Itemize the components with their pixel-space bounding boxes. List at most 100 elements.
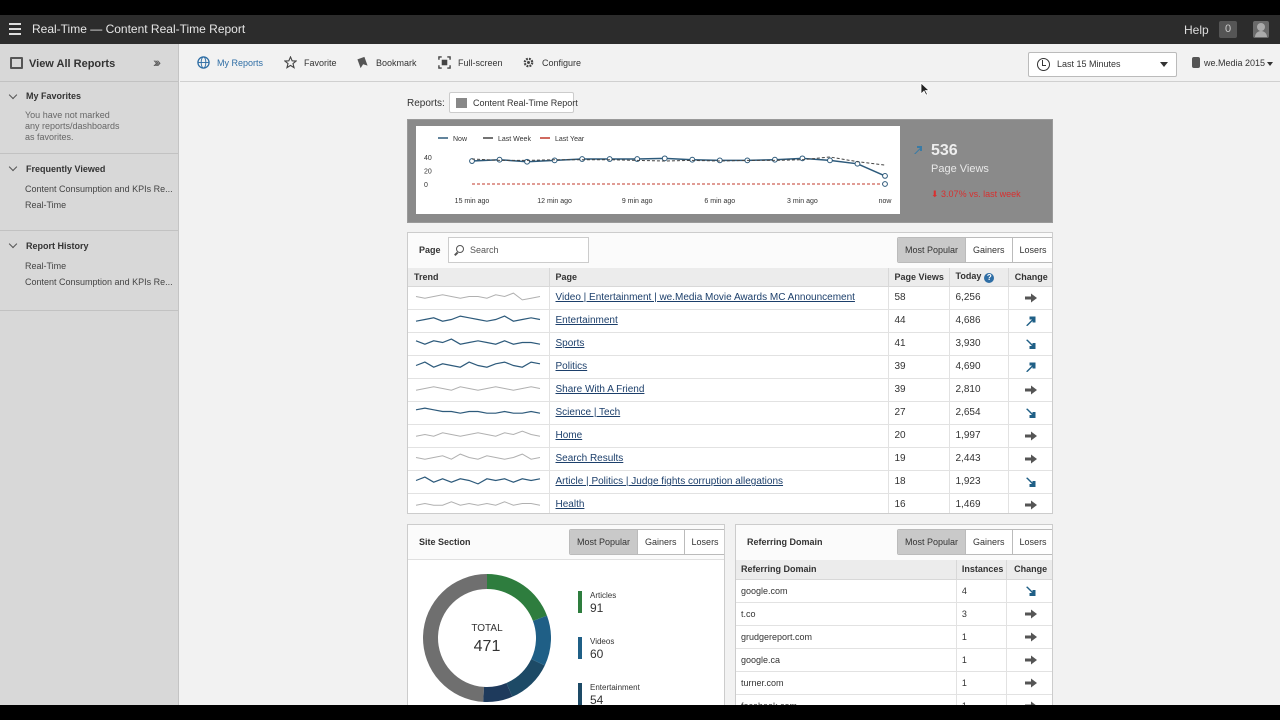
search-input[interactable]: Search (448, 237, 589, 263)
page-cell: Entertainment (549, 309, 889, 333)
col-today[interactable]: Today? (949, 268, 1009, 287)
change-cell (1006, 602, 1052, 626)
trend-up-arrow-icon (1026, 362, 1036, 372)
sidebar-section-header[interactable]: Frequently Viewed (0, 154, 178, 178)
page-panel-title: Page (419, 245, 441, 255)
page-link[interactable]: Home (556, 430, 583, 441)
x-tick-label: 9 min ago (622, 198, 653, 205)
sidebar-section-frequent: Frequently Viewed Content Consumption an… (0, 154, 178, 231)
table-row[interactable]: Article | Politics | Judge fights corrup… (408, 470, 1052, 494)
user-avatar-icon[interactable] (1253, 21, 1269, 38)
table-row[interactable]: Share With A Friend 39 2,810 (408, 378, 1052, 402)
tab-most-popular[interactable]: Most Popular (570, 530, 639, 554)
time-range-select[interactable]: Last 15 Minutes (1028, 52, 1177, 77)
current-report-pill[interactable]: Content Real-Time Report (449, 92, 578, 113)
col-change[interactable]: Change (1008, 268, 1052, 287)
trend-up-arrow-icon (914, 146, 922, 154)
trend-flat-arrow-icon (1025, 431, 1038, 440)
page-link[interactable]: Video | Entertainment | we.Media Movie A… (556, 292, 855, 303)
change-cell (1008, 401, 1052, 425)
page-views-cell: 58 (888, 286, 950, 310)
tab-gainers[interactable]: Gainers (966, 238, 1013, 262)
today-cell: 2,810 (949, 378, 1009, 402)
page-link[interactable]: Entertainment (556, 315, 618, 326)
sidebar-section-header[interactable]: Report History (0, 231, 178, 255)
table-row[interactable]: Politics 39 4,690 (408, 355, 1052, 379)
data-point (882, 181, 888, 187)
sparkline (415, 337, 541, 345)
change-cell (1008, 286, 1052, 310)
tab-most-popular[interactable]: Most Popular (898, 238, 967, 262)
help-link[interactable]: Help (1184, 23, 1209, 37)
sidebar-item[interactable]: Real-Time (0, 258, 178, 274)
page-cell: Sports (549, 332, 889, 356)
notifications-badge[interactable]: 0 (1219, 21, 1237, 38)
y-tick-label: 20 (424, 169, 432, 176)
col-page-views[interactable]: Page Views (888, 268, 950, 287)
page-link[interactable]: Share With A Friend (556, 384, 645, 395)
view-all-reports-header[interactable]: View All Reports ››› (0, 44, 178, 82)
change-cell (1008, 470, 1052, 494)
table-row[interactable]: google.ca 1 (736, 648, 1052, 672)
tab-losers[interactable]: Losers (685, 530, 724, 554)
x-tick-label: now (879, 198, 893, 205)
tab-gainers[interactable]: Gainers (638, 530, 685, 554)
table-row[interactable]: grudgereport.com 1 (736, 625, 1052, 649)
tab-losers[interactable]: Losers (1013, 238, 1052, 262)
site-section-donut-chart: TOTAL 471 (422, 574, 551, 702)
table-row[interactable]: turner.com 1 (736, 671, 1052, 695)
sparkline (415, 475, 541, 485)
table-row[interactable]: t.co 3 (736, 602, 1052, 626)
sidebar-item[interactable]: Content Consumption and KPIs Re... (0, 274, 178, 290)
page-cell: Health (549, 493, 889, 513)
domain-cell: google.ca (736, 648, 957, 672)
tab-gainers[interactable]: Gainers (966, 530, 1013, 554)
table-row[interactable]: Video | Entertainment | we.Media Movie A… (408, 286, 1052, 310)
table-row[interactable]: Sports 41 3,930 (408, 332, 1052, 356)
sparkline (415, 314, 541, 322)
table-row[interactable]: Health 16 1,469 (408, 493, 1052, 513)
domain-cell: facebook.com (736, 694, 957, 705)
view-all-reports-label[interactable]: View All Reports (29, 58, 115, 70)
table-row[interactable]: google.com 4 (736, 579, 1052, 603)
fullscreen-icon (438, 56, 451, 69)
instances-cell: 1 (956, 671, 1008, 695)
expand-chevron-icon[interactable]: ››› (153, 54, 161, 70)
trend-cell (408, 493, 550, 513)
sidebar-section-header[interactable]: My Favorites (0, 82, 178, 106)
search-icon (456, 245, 464, 253)
trend-flat-arrow-icon (1024, 701, 1036, 705)
col-instances[interactable]: Instances (956, 560, 1008, 580)
tab-losers[interactable]: Losers (1013, 530, 1052, 554)
sidebar-item[interactable]: Real-Time (0, 197, 178, 213)
sidebar: View All Reports ››› My Favorites You ha… (0, 44, 179, 705)
table-row[interactable]: Search Results 19 2,443 (408, 447, 1052, 471)
y-tick-label: 40 (424, 155, 432, 162)
tab-most-popular[interactable]: Most Popular (898, 530, 967, 554)
col-trend[interactable]: Trend (408, 268, 550, 287)
page-link[interactable]: Health (556, 499, 585, 510)
page-link[interactable]: Science | Tech (556, 407, 621, 418)
referring-domain-table: Referring Domain Instances Change google… (736, 560, 1052, 705)
help-icon[interactable]: ? (984, 272, 995, 283)
data-point (661, 155, 668, 162)
page-views-cell: 16 (888, 493, 950, 513)
page-link[interactable]: Search Results (556, 453, 624, 464)
col-page[interactable]: Page (549, 268, 889, 287)
table-row[interactable]: Science | Tech 27 2,654 (408, 401, 1052, 425)
today-cell: 1,923 (949, 470, 1009, 494)
sparkline (415, 292, 541, 300)
col-change[interactable]: Change (1006, 560, 1052, 580)
page-link[interactable]: Article | Politics | Judge fights corrup… (556, 476, 784, 487)
page-link[interactable]: Politics (556, 361, 588, 372)
col-referring-domain[interactable]: Referring Domain (736, 560, 957, 580)
page-filter-tabs: Most Popular Gainers Losers (897, 237, 1052, 263)
donut-slice-entertainment (506, 659, 545, 697)
table-row[interactable]: Home 20 1,997 (408, 424, 1052, 448)
table-row[interactable]: facebook.com1 (736, 694, 1052, 705)
page-link[interactable]: Sports (556, 338, 585, 349)
sidebar-item[interactable]: Content Consumption and KPIs Re... (0, 181, 178, 197)
table-row[interactable]: Entertainment 44 4,686 (408, 309, 1052, 333)
menu-icon[interactable] (9, 23, 21, 35)
page-cell: Politics (549, 355, 889, 379)
